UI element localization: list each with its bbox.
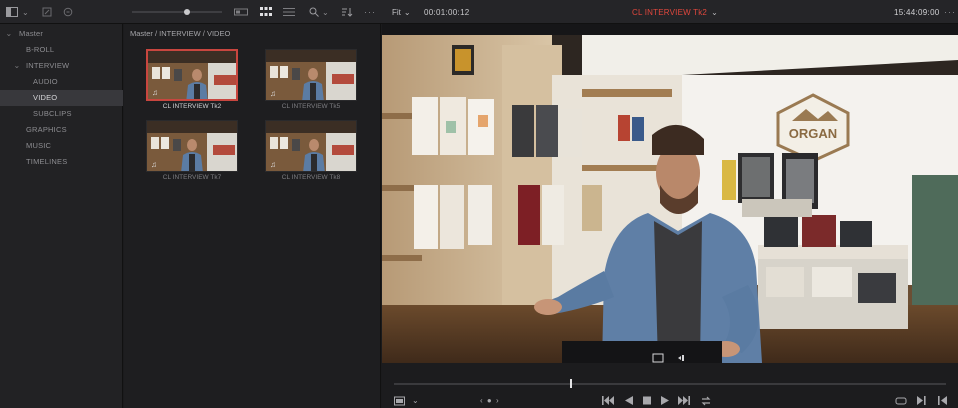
clip-name: CL INTERVIEW Tk7 <box>162 174 222 181</box>
clip-frame[interactable]: ♫ <box>265 49 357 101</box>
zoom-fit-dropdown[interactable]: Fit ⌄ <box>392 0 411 24</box>
timecode-display[interactable]: 00:01:00:12 <box>424 0 470 24</box>
viewer-mode-icon[interactable] <box>394 396 408 408</box>
clip-thumbnail-tk5[interactable]: ♫ CL INTERVIEW Tk5 <box>265 49 357 110</box>
video-viewer[interactable]: ORGAN <box>382 35 958 363</box>
sidebar-item-audio[interactable]: AUDIO <box>0 74 123 90</box>
search-icon[interactable] <box>309 0 319 24</box>
thumbnail-size-slider[interactable] <box>132 0 222 24</box>
thumbnail-view-icon[interactable] <box>260 0 272 24</box>
viewer-overlay-controls <box>650 353 690 363</box>
search-dropdown-icon[interactable]: ⌄ <box>322 0 329 24</box>
sidebar-item-music[interactable]: MUSIC <box>0 138 123 154</box>
clip-name: CL INTERVIEW Tk8 <box>281 174 341 181</box>
go-to-first-frame-button[interactable] <box>602 396 614 407</box>
playhead-marker[interactable] <box>570 379 572 388</box>
jog-control[interactable]: ‹ ● › <box>480 396 500 406</box>
time-of-day-display: 15:44:09:00 <box>894 7 940 17</box>
clip-frame[interactable]: ♫ <box>265 120 357 172</box>
audio-indicator-icon: ♫ <box>151 160 157 169</box>
sidebar-item-graphics[interactable]: GRAPHICS <box>0 122 123 138</box>
chevron-down-icon[interactable]: ⌄ <box>4 26 14 42</box>
metadata-view-icon[interactable] <box>234 0 248 24</box>
breadcrumb: Master / INTERVIEW / VIDEO <box>130 29 231 38</box>
stop-button[interactable] <box>643 396 651 407</box>
sidebar-item-master[interactable]: ⌄ Master <box>0 26 123 42</box>
audio-indicator-icon: ♫ <box>270 160 276 169</box>
match-frame-icon[interactable] <box>895 396 907 408</box>
clip-title-dropdown[interactable]: CL INTERVIEW Tk2 ⌄ <box>632 0 718 24</box>
sidebar-item-timelines[interactable]: TIMELINES <box>0 154 123 170</box>
sidebar-item-video[interactable]: VIDEO <box>0 90 123 106</box>
media-pool-bin: Master / INTERVIEW / VIDEO ♫ CL INTERVIE… <box>124 24 381 408</box>
clip-frame[interactable]: ♫ <box>146 120 238 172</box>
metadata-icon[interactable] <box>42 0 52 24</box>
flag-icon[interactable] <box>63 0 73 24</box>
clip-name: CL INTERVIEW Tk2 <box>162 103 222 110</box>
layout-dropdown-icon[interactable]: ⌄ <box>22 0 29 24</box>
clip-thumbnail-tk2[interactable]: ♫ CL INTERVIEW Tk2 <box>146 49 238 110</box>
scrubber-track[interactable] <box>394 383 946 385</box>
loop-icon[interactable] <box>700 396 712 408</box>
sidebar-item-interview[interactable]: ⌄ INTERVIEW <box>0 58 123 74</box>
sidebar-item-subclips[interactable]: SUBCLIPS <box>0 106 123 122</box>
viewer-options-icon[interactable]: ··· <box>944 0 956 24</box>
clip-thumbnail-tk8[interactable]: ♫ CL INTERVIEW Tk8 <box>265 120 357 181</box>
clip-frame[interactable]: ♫ <box>146 49 238 101</box>
panel-layout-icon[interactable] <box>6 0 18 24</box>
play-reverse-button[interactable] <box>625 396 633 407</box>
sidebar-item-b-roll[interactable]: B-ROLL <box>0 42 123 58</box>
bin-sidebar: ⌄ Master B-ROLL ⌄ INTERVIEW AUDIO VIDEO … <box>0 24 123 408</box>
clip-thumbnail-tk7[interactable]: ♫ CL INTERVIEW Tk7 <box>146 120 238 181</box>
previous-edit-icon[interactable] <box>938 396 948 407</box>
chevron-down-icon[interactable]: ⌄ <box>12 58 22 74</box>
viewer-mode-dropdown-icon[interactable]: ⌄ <box>412 396 419 406</box>
next-edit-icon[interactable] <box>917 396 927 407</box>
play-button[interactable] <box>661 396 669 407</box>
viewer-header-gap <box>382 24 958 35</box>
clip-name: CL INTERVIEW Tk5 <box>281 103 341 110</box>
top-toolbar: ⌄ ⌄ ··· Fit ⌄ 00:01:00:12 CL INTERVIEW Tk… <box>0 0 958 24</box>
go-to-last-frame-button[interactable] <box>678 396 690 407</box>
viewer-transport-bar: ⌄ ‹ ● › <box>382 363 958 408</box>
audio-indicator-icon: ♫ <box>152 88 158 97</box>
store-sign-text: ORGAN <box>789 126 837 141</box>
list-view-icon[interactable] <box>283 0 295 24</box>
bin-options-icon[interactable]: ··· <box>364 0 376 24</box>
audio-indicator-icon: ♫ <box>270 89 276 98</box>
video-frame-image: ORGAN <box>382 35 958 363</box>
sort-icon[interactable] <box>341 0 353 24</box>
